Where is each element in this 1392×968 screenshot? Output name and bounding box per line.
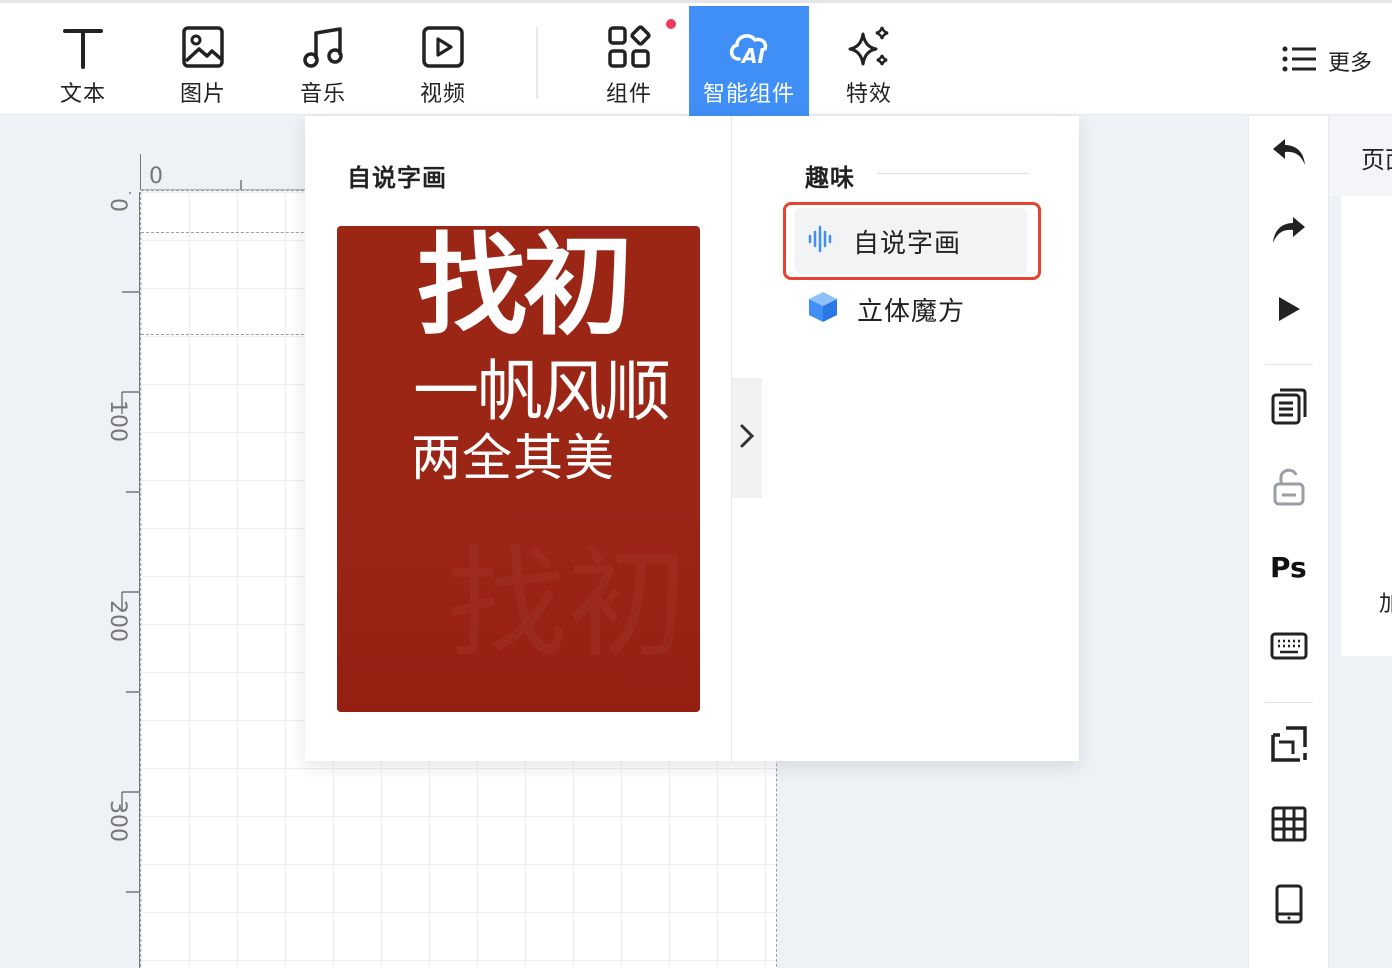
preview-line-1: 找初 — [417, 226, 633, 350]
svg-text:Ps: Ps — [1270, 551, 1307, 583]
cube-icon — [807, 290, 839, 328]
toolbar-divider — [536, 27, 538, 99]
properties-panel: 页面 加 — [1328, 116, 1392, 968]
undo-button[interactable] — [1267, 132, 1311, 176]
preview-line-3: 两全其美 — [411, 429, 615, 487]
play-icon — [1276, 295, 1302, 327]
lock-button[interactable] — [1267, 466, 1311, 510]
image-icon — [178, 22, 228, 72]
preview-thumbnail[interactable]: 找初 找初 一帆风顺 两全其美 — [337, 226, 700, 712]
panel-add-label[interactable]: 加 — [1379, 586, 1392, 618]
component-list: 趣味 自说字画 立体魔方 — [733, 116, 1079, 761]
component-item-3d-cube[interactable]: 立体魔方 — [795, 276, 1027, 342]
unlock-icon — [1272, 466, 1306, 510]
svg-text:AI: AI — [740, 44, 765, 68]
category-title: 趣味 — [805, 164, 855, 192]
crop-icon — [1270, 725, 1308, 767]
menu-list-icon — [1282, 45, 1318, 77]
redo-button[interactable] — [1267, 210, 1311, 254]
keyboard-icon — [1270, 632, 1308, 664]
ruler-label: 0 — [149, 164, 163, 189]
toolbar-item-video[interactable]: 视频 — [383, 6, 503, 116]
ruler-label: 0 — [105, 198, 130, 212]
ruler-vertical: 0 100 200 300 — [104, 192, 140, 968]
sparkle-icon — [844, 22, 894, 72]
pages-button[interactable] — [1267, 386, 1311, 430]
toolbar-item-label: 视频 — [419, 82, 466, 107]
toolbar-item-label: 智能组件 — [702, 82, 795, 107]
more-label: 更多 — [1328, 51, 1373, 76]
right-toolbar: Ps — [1248, 116, 1328, 968]
toolbar-item-label: 图片 — [179, 82, 226, 107]
selection-highlight — [783, 202, 1041, 280]
text-icon — [58, 22, 108, 72]
preview-play-button[interactable] — [1267, 289, 1311, 333]
toolbar-item-effects[interactable]: 特效 — [809, 6, 929, 116]
photoshop-button[interactable]: Ps — [1267, 546, 1311, 590]
preview-ghost-text: 找初 — [447, 506, 687, 680]
ruler-label: 100 — [105, 400, 130, 442]
top-toolbar: 文本 图片 音乐 视频 组件 AI 智能组件 特效 更多 — [0, 0, 1392, 116]
toolbar-item-label: 组件 — [605, 82, 652, 107]
panel-tab-label: 页面 — [1361, 146, 1392, 174]
component-item-label: 立体魔方 — [857, 296, 966, 327]
category-divider — [877, 173, 1029, 174]
preview-pane: 自说字画 找初 找初 一帆风顺 两全其美 — [305, 116, 732, 761]
keyboard-button[interactable] — [1267, 626, 1311, 670]
mobile-preview-button[interactable] — [1267, 884, 1311, 928]
photoshop-icon: Ps — [1269, 549, 1309, 587]
toolbar-divider — [1265, 364, 1313, 365]
redo-icon — [1271, 215, 1307, 249]
panel-tab[interactable]: 页面 — [1329, 116, 1392, 196]
toolbar-item-image[interactable]: 图片 — [143, 6, 263, 116]
ruler-label: 300 — [105, 800, 130, 842]
music-icon — [298, 22, 348, 72]
grid-button[interactable] — [1267, 804, 1311, 848]
toolbar-item-music[interactable]: 音乐 — [263, 6, 383, 116]
pages-icon — [1271, 387, 1307, 429]
crop-button[interactable] — [1267, 724, 1311, 768]
mobile-icon — [1274, 884, 1304, 928]
toolbar-item-ai-components[interactable]: AI 智能组件 — [689, 6, 809, 116]
ai-cloud-icon: AI — [724, 22, 774, 72]
notification-dot — [666, 19, 676, 29]
undo-icon — [1271, 137, 1307, 171]
toolbar-item-label: 特效 — [845, 82, 892, 107]
toolbar-item-label: 音乐 — [299, 82, 346, 107]
grid-icon — [1271, 806, 1307, 846]
components-icon — [604, 22, 654, 72]
toolbar-item-label: 文本 — [59, 82, 106, 107]
ruler-label: 200 — [105, 600, 130, 642]
panel-body: 加 — [1341, 196, 1392, 656]
toolbar-item-text[interactable]: 文本 — [23, 6, 143, 116]
preview-title: 自说字画 — [347, 164, 447, 192]
toolbar-divider — [1265, 702, 1313, 703]
more-button[interactable]: 更多 — [1282, 45, 1372, 77]
video-icon — [418, 22, 468, 72]
ai-components-dropdown: 自说字画 找初 找初 一帆风顺 两全其美 趣味 自说字画 立体魔方 — [305, 116, 1079, 761]
